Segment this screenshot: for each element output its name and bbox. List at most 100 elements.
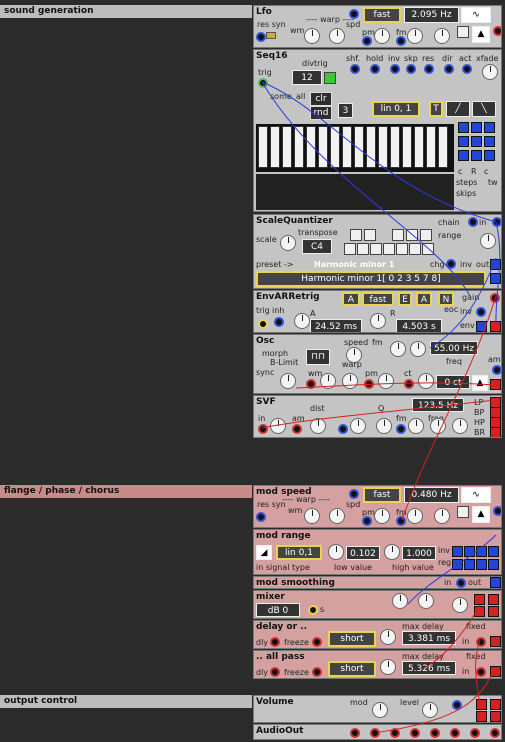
volume-mod-jack[interactable] [452,700,462,710]
triangle-wave-icon[interactable]: ▲ [472,375,488,391]
step-slider[interactable] [390,126,400,168]
white-key[interactable] [370,243,382,255]
delay-out-jack[interactable] [490,636,501,647]
clr-button[interactable]: clr [310,92,332,106]
black-key[interactable] [406,229,418,241]
volume-level-knob[interactable] [422,702,438,718]
audio-in-jack[interactable] [370,728,380,738]
dly-jack[interactable] [270,667,280,677]
mixer-aux-jack[interactable] [308,605,318,615]
quant-out-jack[interactable] [490,259,501,270]
allpass-in-jack[interactable] [476,667,486,677]
reset-jack[interactable] [256,512,266,522]
wave-shape-display[interactable]: ⊓⊓ [306,349,330,365]
range-out-jack[interactable] [452,559,463,570]
steps-value[interactable]: 3 [338,103,353,118]
fm-jack[interactable] [396,424,406,434]
dist-knob[interactable] [310,418,326,434]
section-output-control[interactable]: output control [0,695,252,708]
release-knob[interactable] [370,313,386,329]
step-slider[interactable] [294,126,304,168]
dir-jack[interactable] [444,64,454,74]
section-sound-generation[interactable]: sound generation [0,5,252,18]
freeze-jack[interactable] [312,637,322,647]
wm-knob[interactable] [320,373,336,389]
step-slider[interactable] [426,126,436,168]
attack-display[interactable]: 24.52 ms [310,319,362,332]
mixer-gain-display[interactable]: dB 0 [256,603,300,617]
q-knob[interactable] [350,418,366,434]
range-in-jack[interactable] [452,546,463,557]
low-value-display[interactable]: 0.102 [346,546,380,560]
audio-in-jack[interactable] [490,728,500,738]
env-mode-button[interactable]: fast [362,292,394,306]
high-value-display[interactable]: 1.000 [402,546,436,560]
seq-out-7[interactable] [458,150,469,161]
seq-out-2[interactable] [471,122,482,133]
freq-display[interactable]: 55.00 Hz [430,341,478,355]
fm-knob[interactable] [390,341,406,357]
smooth-in-jack[interactable] [456,578,466,588]
pm-jack[interactable] [362,36,372,46]
seq-out-4[interactable] [458,136,469,147]
triangle-wave-icon[interactable]: ▲ [472,26,490,43]
black-key[interactable] [420,229,432,241]
range-out-jack[interactable] [464,559,475,570]
allpass-delay-knob[interactable] [380,659,396,675]
fm-jack[interactable] [396,516,406,526]
delay-knob[interactable] [380,629,396,645]
white-key[interactable] [409,243,421,255]
audio-in-jack[interactable] [410,728,420,738]
audio-in-jack[interactable] [470,728,480,738]
volume-out-jack[interactable] [476,711,487,722]
freq-knob[interactable] [430,418,446,434]
white-key[interactable] [422,243,434,255]
note-keyboard[interactable] [344,227,439,257]
dly-jack[interactable] [270,637,280,647]
range-knob[interactable] [480,233,496,249]
volume-in-jack[interactable] [476,699,487,710]
act-jack[interactable] [462,64,472,74]
fm-knob[interactable] [407,28,423,44]
am-jack[interactable] [292,424,302,434]
step-slider[interactable] [378,126,388,168]
black-key[interactable] [392,229,404,241]
pm-knob[interactable] [374,28,390,44]
seq-out-8[interactable] [471,150,482,161]
q-depth-knob[interactable] [376,418,392,434]
inv-jack[interactable] [390,64,400,74]
seq-out-1[interactable] [458,122,469,133]
seq-out-9[interactable] [484,150,495,161]
mix-knob-2[interactable] [418,593,434,609]
scale-knob[interactable] [280,235,296,251]
white-key[interactable] [344,243,356,255]
release-display[interactable]: 4.503 s [396,319,442,332]
speed-knob[interactable] [434,28,450,44]
note-display[interactable]: C4 [302,239,332,254]
pm-knob[interactable] [378,373,394,389]
osc-out-jack[interactable] [490,379,501,390]
mixer-out-jack[interactable] [474,594,485,605]
a-button[interactable]: A [342,292,360,306]
step-toggle-rows[interactable] [256,174,454,210]
delay-in-jack[interactable] [476,637,486,647]
env-out-jack[interactable] [476,321,487,332]
t-button[interactable]: T [429,101,443,117]
xfade-knob[interactable] [482,64,498,80]
range-in-jack[interactable] [488,546,499,557]
pm-knob[interactable] [374,508,390,524]
triangle-wave-icon[interactable]: ▲ [472,506,490,523]
warp-knob[interactable] [342,373,358,389]
fm-knob[interactable] [408,418,424,434]
rnd-button[interactable]: rnd [310,106,332,120]
seq-out-3[interactable] [484,122,495,133]
pm-jack[interactable] [364,379,374,389]
lfo-option-box[interactable] [457,26,469,38]
e-button[interactable]: E [398,292,412,306]
fm-jack[interactable] [396,36,406,46]
trig-jack[interactable] [258,319,268,329]
chg-jack[interactable] [446,259,456,269]
mix-master-knob[interactable] [452,597,468,613]
mod-speed-out-jack[interactable] [493,506,501,516]
freq-fine-knob[interactable] [452,418,468,434]
